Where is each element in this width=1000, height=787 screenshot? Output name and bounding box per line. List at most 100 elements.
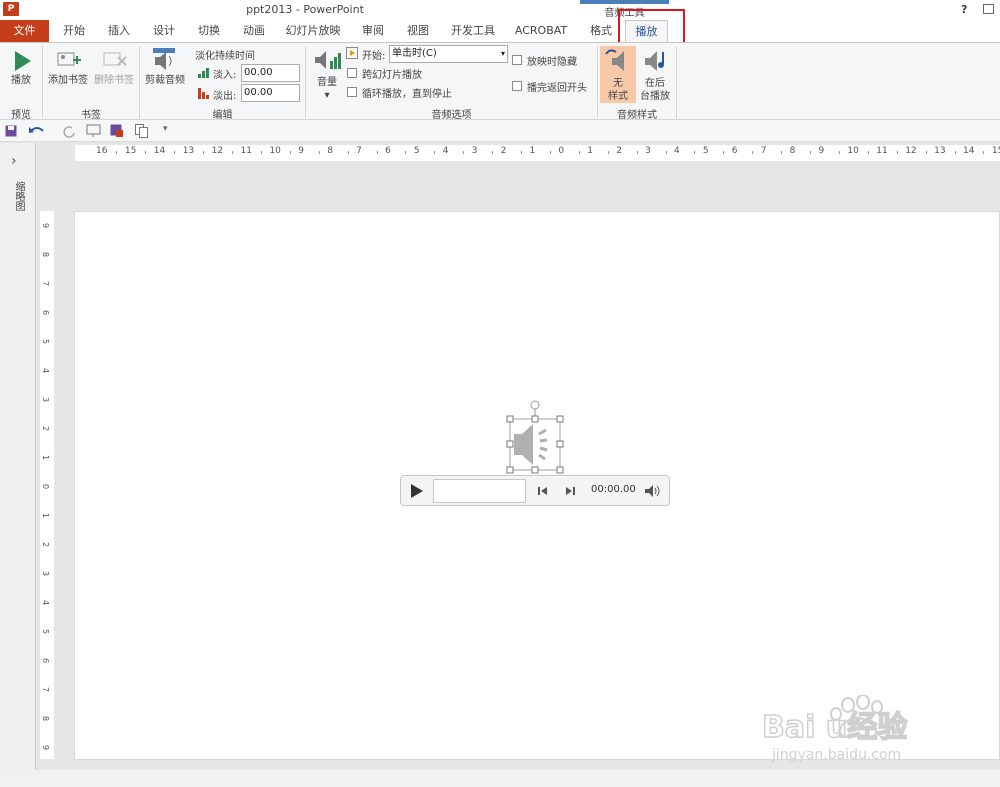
ruler-tick	[405, 151, 407, 154]
tab-slide-show[interactable]: 幻灯片放映	[283, 20, 343, 42]
tab-developer[interactable]: 开发工具	[446, 20, 500, 42]
rewind-label: 播完返回开头	[527, 83, 587, 94]
ruler-tick	[867, 151, 869, 154]
play-in-background-button[interactable]: 在后 台播放	[637, 46, 673, 103]
start-dropdown[interactable]: 单击时(C) ▾	[389, 45, 508, 63]
customize-toolbar-icon[interactable]: ▾	[163, 124, 168, 134]
audio-object[interactable]	[500, 398, 570, 476]
add-bookmark-button[interactable]: 添加书签	[46, 47, 90, 102]
ruler-tick	[318, 151, 320, 154]
ruler-tick-label: 12	[905, 146, 917, 156]
thumbnails-pane-collapsed[interactable]: › 缩略图	[0, 143, 36, 787]
loop-checkbox[interactable]	[347, 87, 357, 97]
forward-icon[interactable]	[564, 485, 576, 497]
ruler-tick-label: 5	[41, 338, 51, 345]
tab-view[interactable]: 视图	[400, 20, 436, 42]
ruler-tick-label: 6	[385, 146, 391, 156]
audio-progress-track[interactable]	[433, 479, 526, 503]
tab-file[interactable]: 文件	[0, 20, 49, 42]
expand-pane-icon[interactable]: ›	[11, 153, 17, 169]
redo-icon[interactable]	[62, 124, 76, 138]
ruler-tick	[665, 151, 667, 154]
ruler-tick-label: 4	[41, 367, 51, 374]
copy-icon[interactable]	[135, 124, 149, 138]
trim-audio-button[interactable]: 剪裁音频	[143, 47, 187, 102]
ruler-tick-label: 6	[41, 309, 51, 316]
start-dropdown-value: 单击时(C)	[392, 48, 437, 59]
ruler-tick	[521, 151, 523, 154]
ruler-tick-label: 14	[963, 146, 975, 156]
tab-design[interactable]: 设计	[146, 20, 182, 42]
ruler-tick-label: 10	[269, 146, 281, 156]
fade-in-icon	[198, 68, 209, 78]
ruler-tick-label: 3	[471, 146, 478, 156]
ruler-tick-label: 11	[876, 146, 888, 156]
ruler-tick-label: 7	[41, 686, 51, 693]
ruler-tick	[723, 151, 725, 154]
hide-during-show-checkbox[interactable]	[512, 55, 522, 65]
ruler-tick	[810, 151, 812, 154]
undo-icon[interactable]	[28, 124, 46, 138]
ruler-tick-label: 4	[442, 146, 449, 156]
ruler-tick	[463, 151, 465, 154]
chevron-down-icon: ▾	[324, 90, 330, 101]
tab-review[interactable]: 审阅	[355, 20, 391, 42]
ruler-tick-label: 2	[41, 425, 51, 432]
ruler-tick	[781, 151, 783, 154]
ruler-tick-label: 2	[41, 541, 51, 548]
ruler-tick-label: 1	[587, 146, 594, 156]
ruler-tick-label: 8	[41, 251, 51, 258]
ruler-tick-label: 13	[934, 146, 946, 156]
fade-out-spinner[interactable]: 00.00	[241, 84, 300, 102]
trim-audio-icon	[153, 48, 175, 70]
volume-icon	[315, 51, 341, 69]
ruler-tick	[232, 151, 234, 154]
tab-transitions[interactable]: 切换	[191, 20, 227, 42]
group-label-audio-options: 音频选项	[431, 110, 472, 121]
baidu-watermark: Bai u经验 jingyan.baidu.com	[761, 694, 962, 765]
tab-home[interactable]: 开始	[56, 20, 92, 42]
ruler-tick-label: 9	[41, 744, 51, 751]
ruler-tick-label: 3	[41, 570, 51, 577]
ruler-tick-label: 2	[616, 146, 622, 156]
ruler-tick-label: 9	[818, 146, 825, 156]
help-button[interactable]: ?	[961, 3, 967, 16]
ruler-tick	[347, 151, 349, 154]
remove-bookmark-button[interactable]: 删除书签	[92, 47, 136, 102]
start-from-beginning-icon[interactable]	[86, 124, 102, 138]
play-icon[interactable]	[410, 483, 424, 499]
group-label-audio-styles: 音频样式	[617, 110, 657, 121]
volume-icon[interactable]	[644, 484, 660, 498]
save-icon[interactable]	[5, 125, 17, 137]
ruler-tick	[954, 151, 956, 154]
ruler-tick-label: 0	[41, 483, 51, 490]
window-title: ppt2013 - PowerPoint	[246, 3, 364, 16]
ruler-tick-label: 3	[645, 146, 651, 156]
group-separator	[676, 46, 677, 118]
tab-insert[interactable]: 插入	[101, 20, 137, 42]
restore-ribbon-button[interactable]	[983, 4, 994, 14]
save-as-icon[interactable]	[110, 124, 124, 138]
ruler-tick-label: 11	[240, 146, 252, 156]
thumbnails-label: 缩略图	[13, 181, 24, 211]
fade-in-spinner[interactable]: 00.00	[241, 64, 300, 82]
horizontal-ruler: 16 15 14 13 12 11 10 9 8 7 6 5 4 3 2 1 0 1 2 3 4 5 6 7 8 9 10 11 12 1…	[75, 145, 1000, 161]
tab-format[interactable]: 格式	[584, 20, 618, 42]
play-across-slides-checkbox[interactable]	[347, 68, 357, 78]
rewind-checkbox[interactable]	[512, 81, 522, 91]
ruler-tick-label: 1	[41, 512, 51, 519]
ruler-tick-label: 15	[991, 146, 1000, 156]
remove-bookmark-icon	[103, 52, 127, 66]
no-style-icon	[605, 49, 624, 71]
play-button[interactable]: 播放	[5, 47, 37, 102]
vertical-ruler: 9 8 7 6 5 4 3 2 1 0 1 2 3 4 5 6 7 8 9	[40, 211, 54, 759]
volume-button[interactable]: 音量 ▾	[309, 47, 345, 107]
quick-access-toolbar: ▾	[0, 120, 1000, 142]
rewind-icon[interactable]	[537, 485, 549, 497]
tab-acrobat[interactable]: ACROBAT	[510, 20, 572, 42]
loop-label: 循环播放，直到停止	[362, 89, 452, 100]
tab-animations[interactable]: 动画	[236, 20, 272, 42]
ruler-tick	[434, 151, 436, 154]
ruler-tick	[925, 151, 927, 154]
no-style-button[interactable]: 无 样式	[600, 46, 636, 103]
